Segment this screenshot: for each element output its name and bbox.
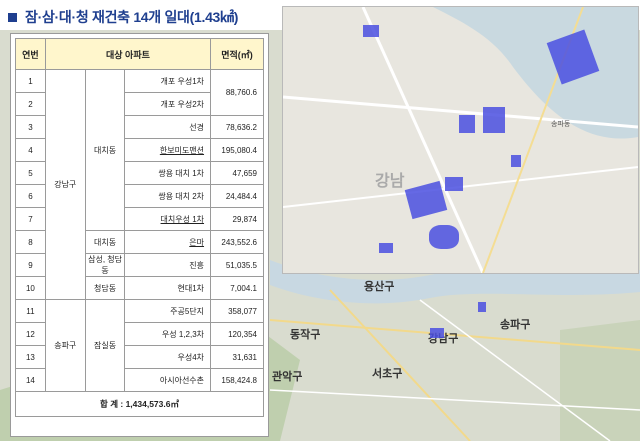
total-cell: 합 계 : 1,434,573.6㎡ bbox=[15, 391, 264, 417]
table-row: 11 송파구 잠실동 주공5단지 358,077 bbox=[15, 299, 264, 392]
apartment-cell: 우성 1,2,3차 bbox=[124, 322, 212, 346]
row-no: 6 bbox=[15, 184, 46, 208]
apartment-cell: 선경 bbox=[124, 115, 212, 139]
area-cell: 120,354 bbox=[210, 322, 264, 346]
apartment-cell: 우성4차 bbox=[124, 345, 212, 369]
area-cell: 7,004.1 bbox=[210, 276, 264, 300]
total-row: 합 계 : 1,434,573.6㎡ bbox=[15, 391, 264, 417]
dong-cell: 삼성, 청담동 bbox=[84, 253, 126, 277]
row-no: 4 bbox=[15, 138, 46, 162]
zone-marker bbox=[478, 302, 486, 312]
area-cell: 243,552.6 bbox=[210, 230, 264, 254]
dong-cell: 잠실동 bbox=[84, 299, 126, 392]
area-cell: 47,659 bbox=[210, 161, 264, 185]
zone-mido bbox=[429, 225, 459, 249]
zone-woosung4 bbox=[511, 155, 521, 167]
row-no: 7 bbox=[15, 207, 46, 231]
inset-label-songpa: 송파동 bbox=[551, 121, 571, 128]
area-cell: 358,077 bbox=[210, 299, 264, 323]
district-cell: 강남구 bbox=[44, 69, 86, 300]
zone-marker bbox=[430, 328, 444, 338]
dong-cell: 청담동 bbox=[84, 276, 126, 300]
row-no: 14 bbox=[15, 368, 46, 392]
zone-woosung bbox=[459, 115, 475, 133]
apartment-cell: 은마 bbox=[124, 230, 212, 254]
row-no: 9 bbox=[15, 253, 46, 277]
inset-label-gangnam: 강남 bbox=[375, 173, 405, 190]
title-bar: 잠·삼·대·청 재건축 14개 일대(1.43㎢) bbox=[4, 4, 238, 30]
area-cell: 24,484.4 bbox=[210, 184, 264, 208]
label-gwanak: 관악구 bbox=[272, 371, 303, 383]
row-no: 11 bbox=[15, 299, 46, 323]
label-dongjak: 동작구 bbox=[290, 329, 321, 341]
area-cell: 29,874 bbox=[210, 207, 264, 231]
apartment-table: 연번 대상 아파트 면적(㎡) 1 강남구 대치동 개포 우성1차 88,760… bbox=[15, 38, 264, 417]
row-no: 2 bbox=[15, 92, 46, 116]
area-cell: 195,080.4 bbox=[210, 138, 264, 162]
area-cell: 158,424.8 bbox=[210, 368, 264, 392]
apartment-cell: 주공5단지 bbox=[124, 299, 212, 323]
table-header-row: 연번 대상 아파트 면적(㎡) bbox=[15, 38, 264, 70]
area-cell: 31,631 bbox=[210, 345, 264, 369]
apartment-cell: 아시아선수촌 bbox=[124, 368, 212, 392]
dong-cell: 대치동 bbox=[84, 230, 126, 254]
header-no: 연번 bbox=[15, 38, 46, 70]
label-seocho: 서초구 bbox=[372, 368, 403, 380]
apartment-cell: 진흥 bbox=[124, 253, 212, 277]
district-cell: 송파구 bbox=[44, 299, 86, 392]
zone-cheongdam bbox=[363, 25, 379, 37]
area-cell: 51,035.5 bbox=[210, 253, 264, 277]
apartment-cell: 개포 우성2차 bbox=[124, 92, 212, 116]
row-no: 8 bbox=[15, 230, 46, 254]
area-cell: 78,636.2 bbox=[210, 115, 264, 139]
header-area: 면적(㎡) bbox=[210, 38, 264, 70]
inset-map[interactable]: 강남 송파동 bbox=[282, 6, 639, 274]
row-no: 10 bbox=[15, 276, 46, 300]
dong-cell: 대치동 bbox=[84, 69, 126, 231]
apartment-cell: 현대1차 bbox=[124, 276, 212, 300]
apartment-table-panel: 연번 대상 아파트 면적(㎡) 1 강남구 대치동 개포 우성1차 88,760… bbox=[10, 33, 269, 437]
row-no: 1 bbox=[15, 69, 46, 93]
page-title: 잠·삼·대·청 재건축 14개 일대(1.43㎢) bbox=[25, 9, 239, 25]
row-no: 12 bbox=[15, 322, 46, 346]
area-cell: 88,760.6 bbox=[210, 69, 264, 116]
title-bullet-icon bbox=[8, 12, 17, 22]
zone-gaepo bbox=[379, 243, 393, 253]
label-songpa: 송파구 bbox=[500, 319, 531, 331]
row-no: 5 bbox=[15, 161, 46, 185]
header-apartment: 대상 아파트 bbox=[44, 38, 212, 70]
apartment-cell: 개포 우성1차 bbox=[124, 69, 212, 93]
apartment-cell: 한보미도맨션 bbox=[124, 138, 212, 162]
zone-asia bbox=[483, 107, 505, 133]
apartment-cell: 대치우성 1차 bbox=[124, 207, 212, 231]
label-yongsan: 용산구 bbox=[364, 281, 395, 293]
zone-ssangyong bbox=[445, 177, 463, 191]
row-no: 13 bbox=[15, 345, 46, 369]
row-no: 3 bbox=[15, 115, 46, 139]
apartment-cell: 쌍용 대치 1차 bbox=[124, 161, 212, 185]
table-row: 1 강남구 대치동 개포 우성1차 88,760.6 bbox=[15, 69, 264, 300]
apartment-cell: 쌍용 대치 2차 bbox=[124, 184, 212, 208]
